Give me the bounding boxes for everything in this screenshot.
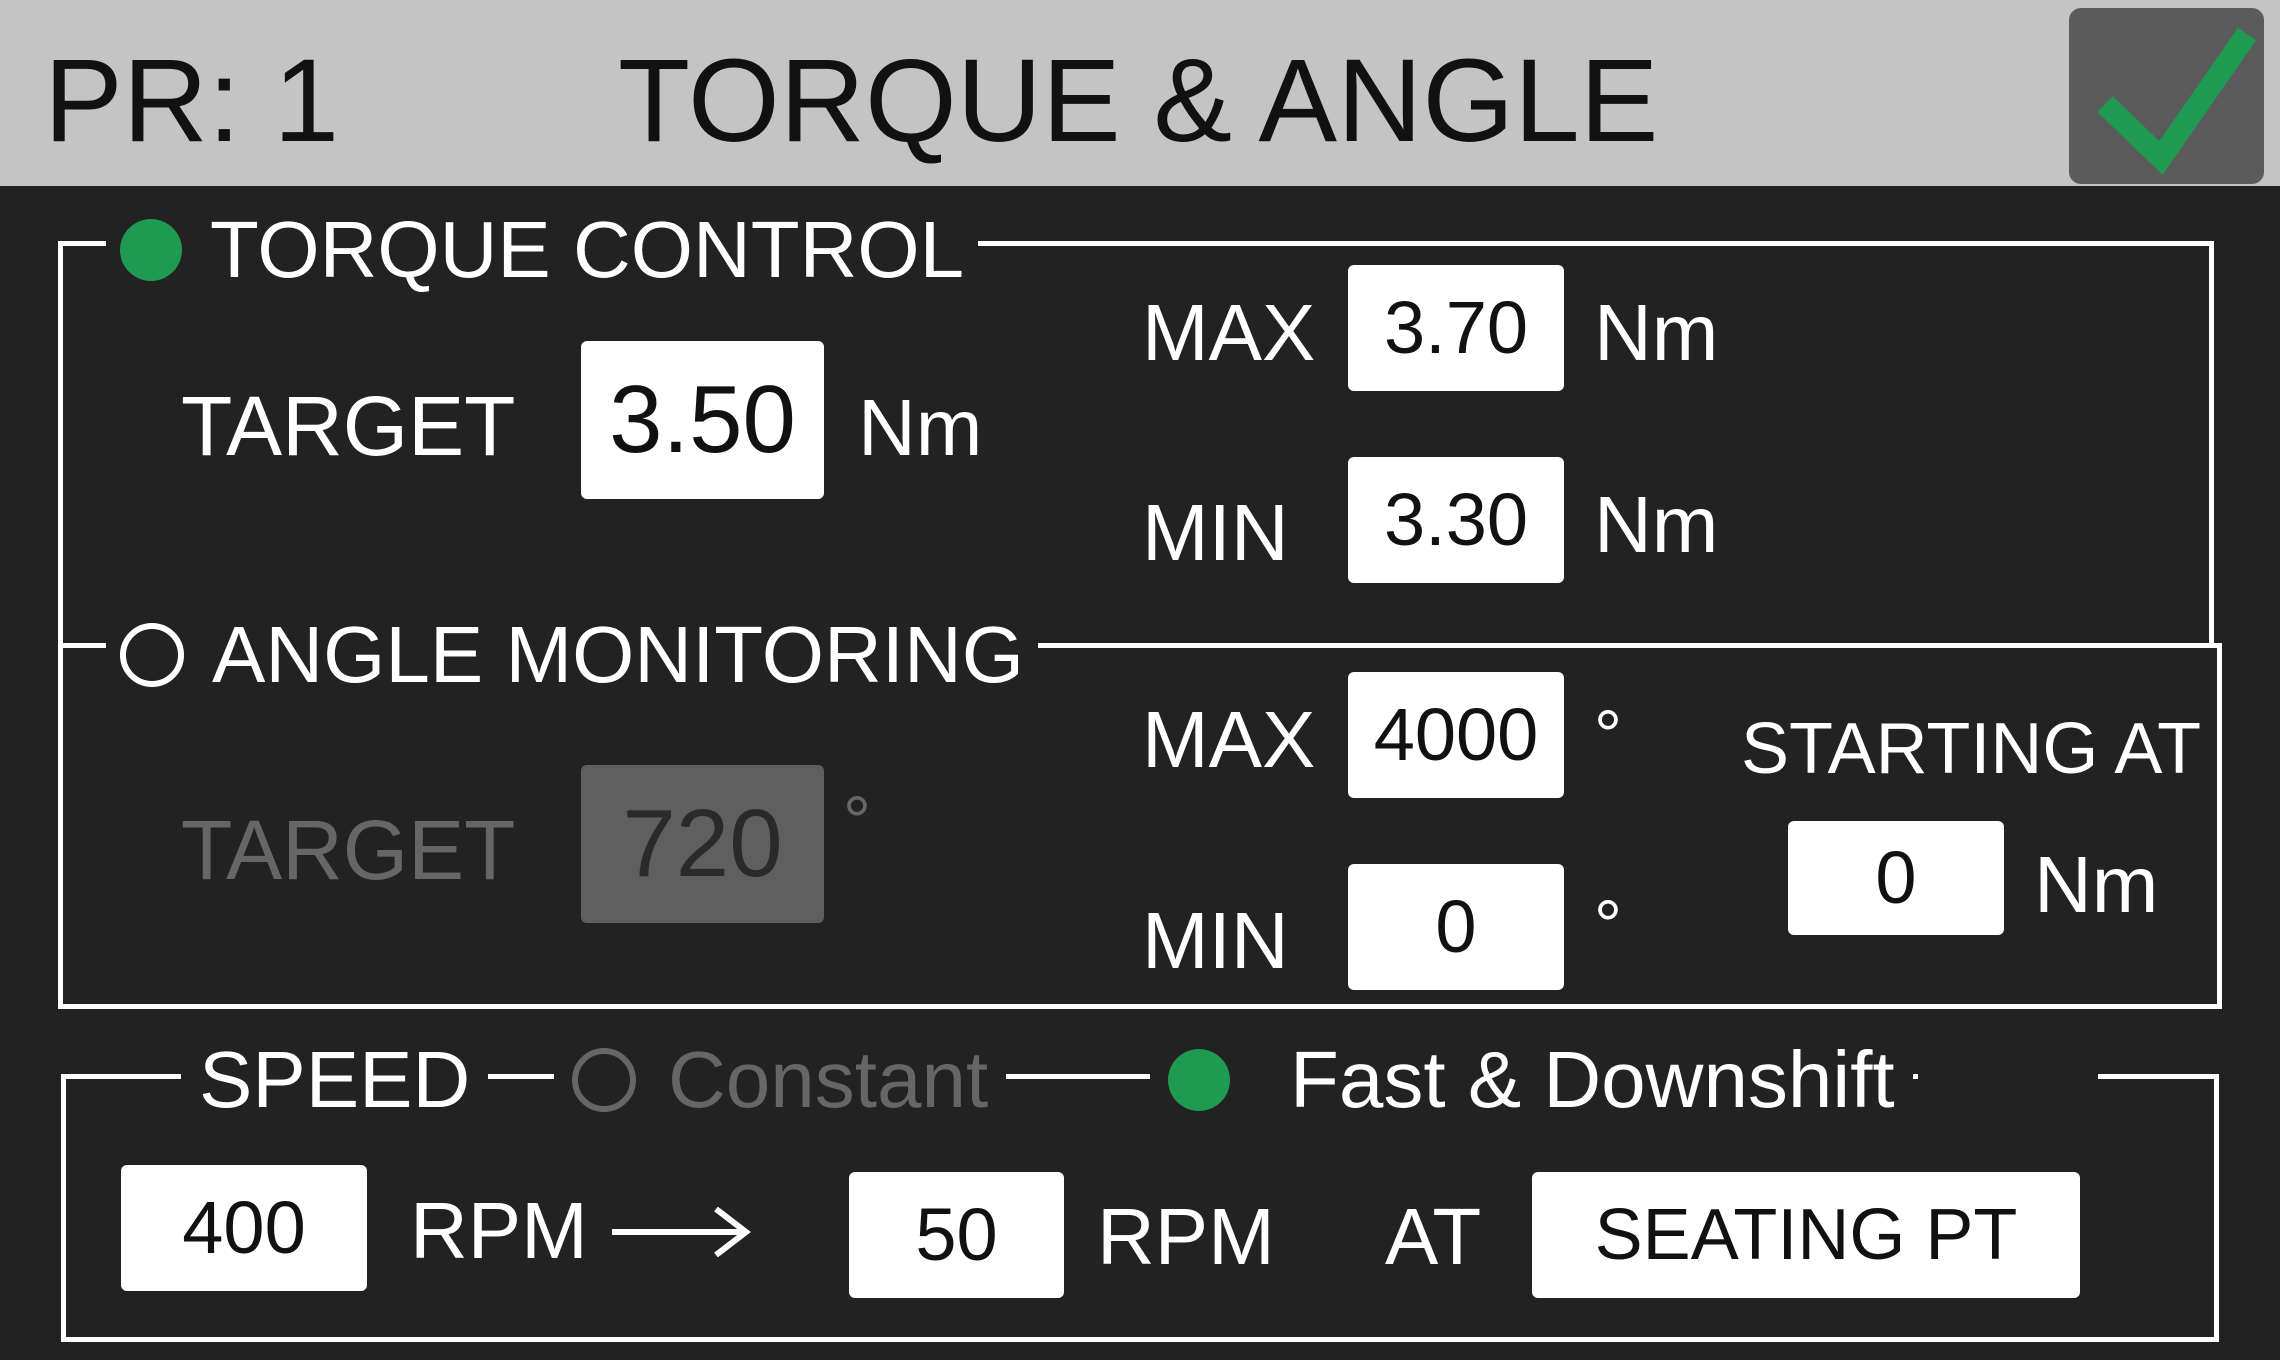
torque-max-label: MAX [1142, 288, 1316, 377]
constant-label: Constant [668, 1035, 989, 1124]
program-number: PR: 1 [44, 35, 340, 167]
constant-radio[interactable] [572, 1048, 636, 1112]
torque-control-label: TORQUE CONTROL [210, 205, 965, 294]
torque-target-input[interactable]: 3.50 [581, 341, 824, 499]
angle-min-label: MIN [1142, 896, 1289, 985]
angle-monitoring-label: ANGLE MONITORING [212, 610, 1024, 699]
seating-point-select[interactable]: SEATING PT [1532, 1172, 2080, 1298]
starting-at-label: STARTING AT [1741, 709, 2202, 789]
torque-min-unit: Nm [1594, 480, 1719, 569]
speed-legend: SPEED [181, 1040, 489, 1120]
torque-max-unit: Nm [1594, 288, 1719, 377]
angle-max-label: MAX [1142, 695, 1316, 784]
angle-min-unit: ° [1594, 886, 1622, 964]
fast-downshift-label: Fast & Downshift [1290, 1035, 1895, 1124]
speed-option-fast-downshift[interactable]: Fast & Downshift [1150, 1040, 1913, 1120]
starting-at-input[interactable]: 0 [1788, 821, 2004, 935]
speed-option-constant[interactable]: Constant [554, 1035, 1007, 1124]
confirm-button[interactable] [2069, 8, 2264, 184]
angle-monitoring-radio[interactable] [120, 623, 184, 687]
arrow-right-icon [612, 1205, 752, 1264]
angle-min-input[interactable]: 0 [1348, 864, 1564, 990]
at-label: AT [1385, 1192, 1482, 1281]
torque-min-input[interactable]: 3.30 [1348, 457, 1564, 583]
angle-target-unit: ° [843, 782, 871, 860]
angle-monitoring-legend[interactable]: ANGLE MONITORING [106, 613, 1038, 697]
torque-min-label: MIN [1142, 488, 1289, 577]
page-title: TORQUE & ANGLE [618, 35, 1659, 167]
final-rpm-input[interactable]: 50 [849, 1172, 1064, 1298]
initial-rpm-input[interactable]: 400 [121, 1165, 367, 1291]
angle-max-unit: ° [1594, 696, 1622, 774]
torque-target-label: TARGET [181, 379, 516, 473]
checkmark-icon [2097, 27, 2257, 175]
fast-downshift-radio[interactable] [1168, 1049, 1230, 1111]
final-rpm-unit: RPM [1097, 1192, 1275, 1281]
speed-legend-gap [1918, 1062, 2098, 1092]
initial-rpm-unit: RPM [410, 1186, 588, 1275]
torque-max-input[interactable]: 3.70 [1348, 265, 1564, 391]
torque-control-legend[interactable]: TORQUE CONTROL [106, 205, 979, 294]
angle-target-input: 720 [581, 765, 824, 923]
starting-at-unit: Nm [2034, 840, 2159, 929]
torque-target-unit: Nm [858, 383, 983, 472]
angle-target-label: TARGET [181, 803, 516, 897]
angle-max-input[interactable]: 4000 [1348, 672, 1564, 798]
torque-control-radio[interactable] [120, 219, 182, 281]
